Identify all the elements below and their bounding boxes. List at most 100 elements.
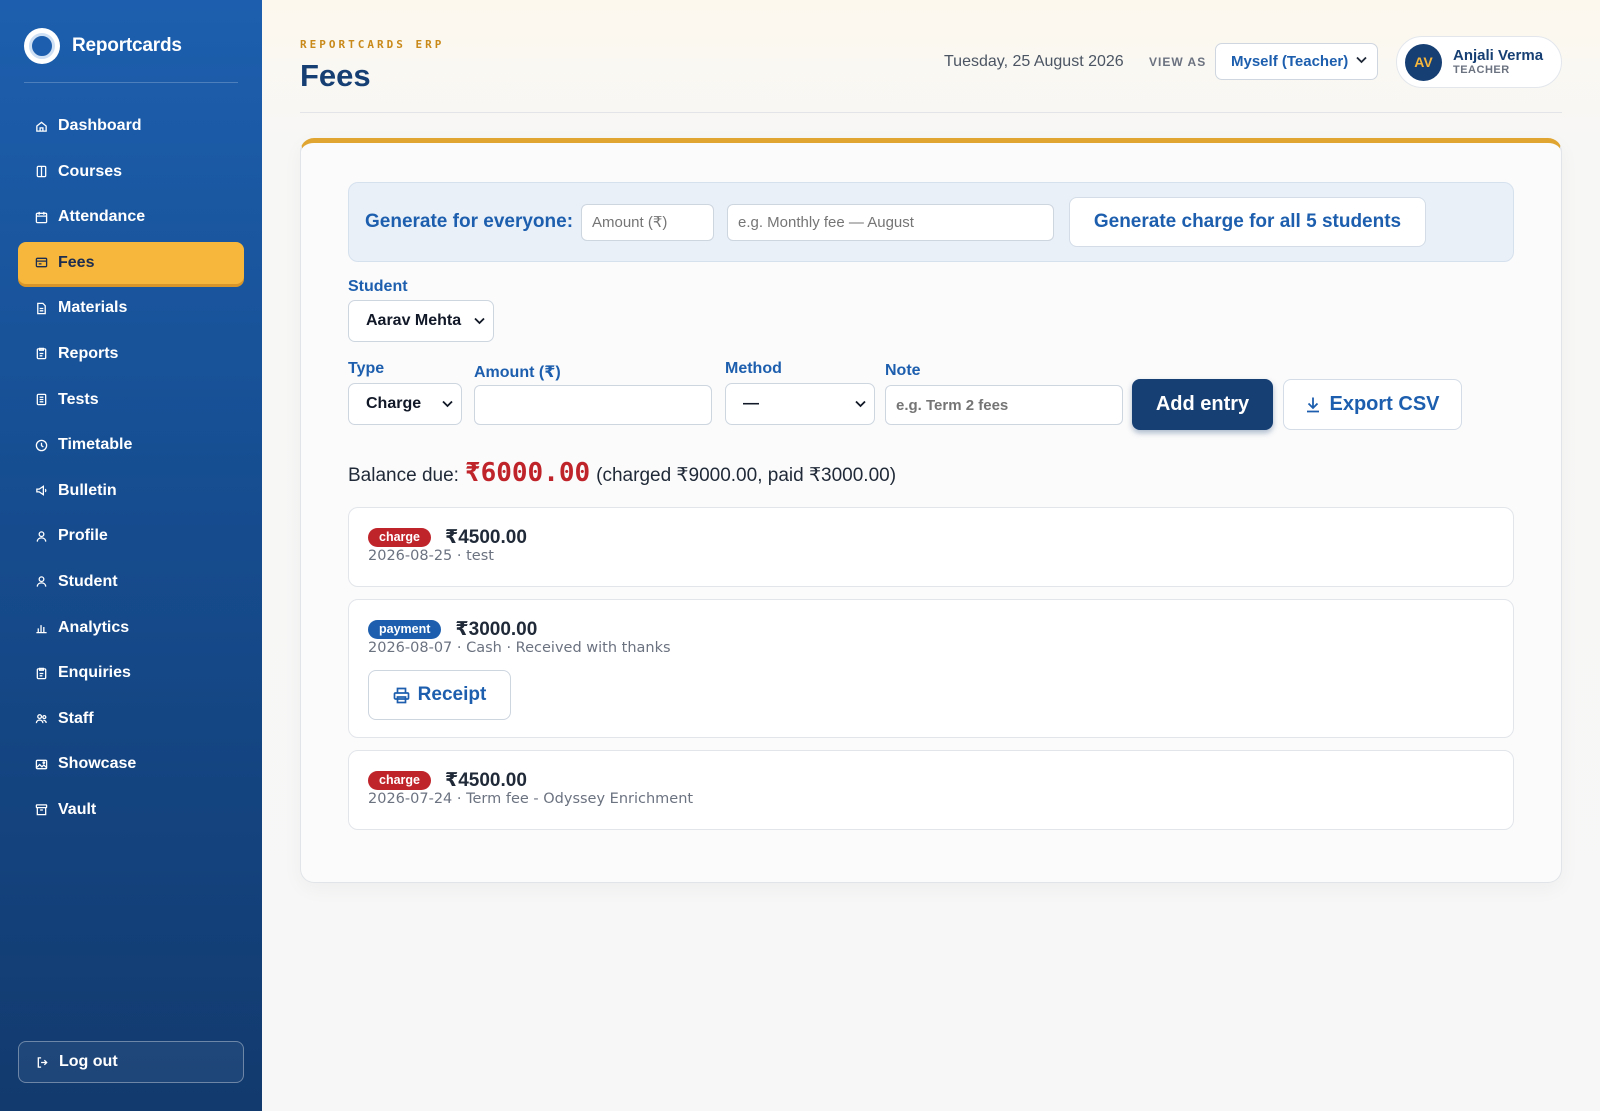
type-value: Charge	[366, 395, 422, 412]
balance-detail: (charged ₹9000.00, paid ₹3000.00)	[596, 465, 897, 486]
sidebar-item-label: Dashboard	[58, 117, 142, 134]
sidebar-item-label: Materials	[58, 299, 128, 317]
view-as-value: Myself (Teacher)	[1231, 53, 1349, 70]
sidebar-item-analytics[interactable]: Analytics	[18, 607, 244, 649]
chevron-down-icon	[474, 317, 485, 325]
document-icon	[34, 393, 48, 407]
page-title: Fees	[300, 58, 371, 93]
clock-icon	[34, 438, 48, 452]
sidebar-item-attendance[interactable]: Attendance	[18, 196, 244, 238]
sidebar-item-courses[interactable]: Courses	[18, 151, 244, 193]
generate-charge-button[interactable]: Generate charge for all 5 students	[1069, 197, 1426, 247]
balance-amount: ₹6000.00	[464, 458, 591, 488]
sidebar-item-label: Tests	[58, 390, 99, 408]
user-name: Anjali Verma	[1453, 46, 1544, 64]
sidebar-item-enquiries[interactable]: Enquiries	[18, 652, 244, 694]
sidebar-item-label: Analytics	[58, 618, 130, 636]
bar-chart-icon	[34, 621, 48, 635]
export-csv-button[interactable]: Export CSV	[1283, 379, 1462, 430]
export-csv-label: Export CSV	[1329, 393, 1440, 415]
student-value: Aarav Mehta	[366, 312, 462, 329]
view-as-select[interactable]: Myself (Teacher)	[1215, 43, 1378, 80]
note-label: Note	[885, 362, 921, 379]
sidebar-item-label: Courses	[58, 162, 123, 180]
sidebar-item-profile[interactable]: Profile	[18, 515, 244, 557]
page-eyebrow: REPORTCARDS ERP	[300, 38, 445, 51]
sidebar-item-label: Staff	[58, 709, 94, 727]
megaphone-icon	[34, 484, 48, 498]
amount-input[interactable]	[474, 385, 712, 425]
sidebar-item-label: Fees	[58, 253, 95, 271]
ledger-entry: payment ₹3000.00 2026-08-07 · Cash · Rec…	[348, 599, 1514, 738]
generate-note-input[interactable]	[727, 204, 1054, 241]
generate-amount-input[interactable]	[581, 204, 714, 241]
logout-label: Log out	[59, 1053, 118, 1070]
generate-label: Generate for everyone:	[365, 211, 574, 232]
user-menu[interactable]: AV Anjali Verma TEACHER	[1396, 36, 1562, 88]
view-as-label: VIEW AS	[1149, 55, 1207, 69]
file-icon	[34, 301, 48, 315]
sidebar-item-bulletin[interactable]: Bulletin	[18, 470, 244, 512]
calendar-icon	[34, 210, 48, 224]
sidebar-item-label: Timetable	[58, 436, 133, 454]
wallet-icon	[34, 256, 48, 270]
user-role: TEACHER	[1453, 63, 1510, 76]
users-icon	[34, 712, 48, 726]
logout-button[interactable]: Log out	[18, 1041, 244, 1083]
user-icon	[34, 529, 48, 543]
sidebar-item-showcase[interactable]: Showcase	[18, 743, 244, 785]
logout-icon	[35, 1055, 49, 1069]
balance-label: Balance due:	[348, 465, 459, 486]
ledger-entry: charge ₹4500.00 2026-07-24 · Term fee - …	[348, 750, 1514, 830]
balance-summary: Balance due: ₹6000.00 (charged ₹9000.00,…	[348, 458, 896, 488]
student-select[interactable]: Aarav Mehta	[348, 300, 494, 342]
sidebar-item-fees[interactable]: Fees	[18, 241, 244, 284]
note-input[interactable]	[885, 385, 1123, 425]
brand-name: Reportcards	[72, 35, 182, 56]
entry-amount: ₹4500.00	[445, 770, 527, 791]
sidebar-nav: Dashboard Courses Attendance Fees Materi…	[18, 105, 244, 835]
receipt-button[interactable]: Receipt	[368, 670, 511, 720]
book-icon	[34, 165, 48, 179]
sidebar-item-label: Vault	[58, 800, 97, 818]
sidebar-item-reports[interactable]: Reports	[18, 333, 244, 375]
sidebar-item-timetable[interactable]: Timetable	[18, 424, 244, 466]
generate-panel: Generate for everyone: Generate charge f…	[348, 182, 1514, 262]
main-content: REPORTCARDS ERP Fees Tuesday, 25 August …	[262, 0, 1600, 1111]
sidebar-item-label: Bulletin	[58, 481, 117, 499]
sidebar-item-staff[interactable]: Staff	[18, 698, 244, 740]
sidebar-item-dashboard[interactable]: Dashboard	[18, 105, 244, 147]
header-date: Tuesday, 25 August 2026	[944, 53, 1124, 70]
archive-icon	[34, 803, 48, 817]
entry-type-badge: charge	[368, 771, 431, 790]
add-entry-button[interactable]: Add entry	[1132, 379, 1273, 430]
method-select[interactable]: —	[725, 383, 875, 425]
image-icon	[34, 757, 48, 771]
sidebar-item-materials[interactable]: Materials	[18, 287, 244, 329]
sidebar-item-vault[interactable]: Vault	[18, 789, 244, 831]
entry-meta: 2026-08-07 · Cash · Received with thanks	[368, 640, 671, 656]
method-value: —	[743, 395, 759, 412]
type-select[interactable]: Charge	[348, 383, 462, 425]
sidebar-item-label: Enquiries	[58, 664, 131, 682]
sidebar: Reportcards Dashboard Courses Attendance…	[0, 0, 262, 1111]
printer-icon	[393, 687, 410, 703]
avatar: AV	[1405, 43, 1442, 81]
download-icon	[1307, 397, 1320, 413]
entry-type-badge: payment	[368, 620, 442, 639]
sidebar-item-label: Attendance	[58, 208, 146, 226]
sidebar-item-tests[interactable]: Tests	[18, 379, 244, 421]
sidebar-item-label: Student	[58, 572, 118, 590]
entry-type-badge: charge	[368, 528, 431, 547]
entry-meta: 2026-07-24 · Term fee - Odyssey Enrichme…	[368, 791, 694, 807]
clipboard-icon	[34, 347, 48, 361]
sidebar-item-student[interactable]: Student	[18, 561, 244, 603]
home-icon	[34, 119, 48, 133]
method-label: Method	[725, 360, 782, 377]
sidebar-item-label: Showcase	[58, 755, 137, 773]
brand[interactable]: Reportcards	[24, 28, 182, 64]
ledger-entry: charge ₹4500.00 2026-08-25 · test	[348, 507, 1514, 587]
user-icon	[34, 575, 48, 589]
brand-logo-icon	[24, 28, 60, 64]
chevron-down-icon	[442, 400, 453, 408]
